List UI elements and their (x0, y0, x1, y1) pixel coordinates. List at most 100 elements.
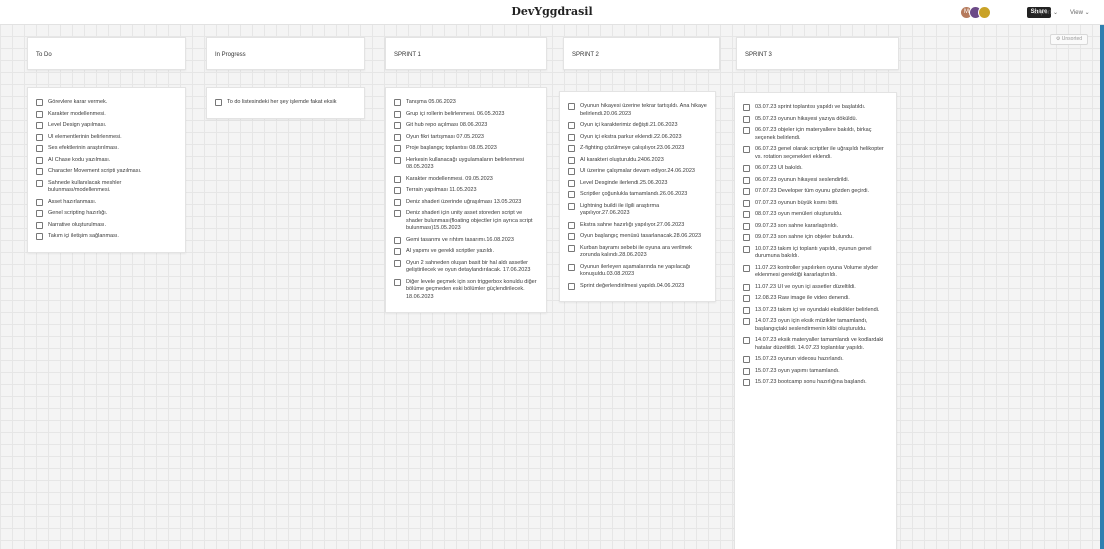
task-checkbox[interactable] (568, 156, 575, 164)
task-item[interactable]: Görevlere karar vermek. (36, 99, 179, 107)
task-checkbox[interactable] (743, 127, 750, 134)
task-checkbox[interactable] (568, 133, 575, 141)
task-item[interactable]: 05.07.23 oyunun hikayesi yazıya döküldü. (743, 115, 890, 124)
column-header-sprint1[interactable]: SPRINT 1 (385, 37, 547, 70)
task-item[interactable]: Oyunun hikayesi üzerine tekrar tartışıld… (568, 103, 709, 118)
task-checkbox[interactable] (568, 168, 575, 175)
task-checkbox[interactable] (568, 179, 575, 187)
task-item[interactable]: Oyun başlangıç menüsü tasarlanacak.28.06… (568, 233, 709, 241)
task-item[interactable]: UI elementlerinin belirlenmesi. (36, 133, 179, 142)
task-item[interactable]: 06.07.23 objeler için materyallere bakıl… (743, 127, 890, 142)
task-checkbox[interactable] (36, 156, 43, 164)
task-item[interactable]: Lightning buildi ile ilgili araştırma ya… (568, 202, 709, 218)
task-item[interactable]: 07.07.23 Developer tüm oyunu gözden geçi… (743, 188, 890, 196)
task-item[interactable]: 15.07.23 bootcamp sonu hazırlığına başla… (743, 379, 890, 387)
column-header-todo[interactable]: To Do (27, 37, 186, 70)
task-checkbox[interactable] (568, 202, 575, 210)
view-menu-button[interactable]: View ⌄ (1070, 9, 1090, 16)
task-checkbox[interactable] (568, 191, 575, 198)
task-item[interactable]: Oyun içi karakterimiz değişti.21.06.2023 (568, 122, 709, 130)
task-item[interactable]: Karakter modellenmesi. 09.05.2023 (394, 175, 540, 184)
task-checkbox[interactable] (743, 146, 750, 153)
task-item[interactable]: Level Desginde ilerlendi.25.06.2023 (568, 179, 709, 188)
task-item[interactable]: Sprint değerlendirilmesi yapıldı.04.06.2… (568, 282, 709, 291)
task-item[interactable]: AI Chase kodu yazılması. (36, 156, 179, 165)
task-item[interactable]: 06.07.23 oyunun hikayesi seslendirildi. (743, 176, 890, 185)
task-item[interactable]: 09.07.23 son sahne kararlaştırıldı. (743, 222, 890, 231)
task-checkbox[interactable] (568, 233, 575, 240)
task-item[interactable]: Z-fighting çözülmeye çalışılıyor.23.06.2… (568, 145, 709, 153)
task-item[interactable]: Character Movement scripti yazılması. (36, 168, 179, 176)
task-checkbox[interactable] (743, 234, 750, 241)
task-item[interactable]: 14.07.23 oyun için eksik müzikler tamaml… (743, 318, 890, 333)
task-checkbox[interactable] (568, 244, 575, 252)
task-item[interactable]: Oyun fikri tartışması 07.05.2023 (394, 133, 540, 142)
task-checkbox[interactable] (743, 295, 750, 302)
task-item[interactable]: Oyun içi ekstra parkur eklendi.22.06.202… (568, 133, 709, 142)
task-checkbox[interactable] (36, 145, 43, 152)
task-checkbox[interactable] (743, 356, 750, 363)
task-checkbox[interactable] (394, 278, 401, 286)
task-checkbox[interactable] (36, 122, 43, 129)
task-checkbox[interactable] (394, 210, 401, 217)
task-checkbox[interactable] (743, 245, 750, 253)
task-checkbox[interactable] (36, 110, 43, 118)
task-checkbox[interactable] (36, 99, 43, 106)
task-checkbox[interactable] (568, 122, 575, 129)
task-checkbox[interactable] (394, 122, 401, 129)
task-item[interactable]: Deniz shaderi üzerinde uğraşılması 13.05… (394, 198, 540, 207)
task-checkbox[interactable] (36, 179, 43, 187)
task-item[interactable]: To do listesindeki her şey işlemde fakat… (215, 99, 358, 107)
task-checkbox[interactable] (568, 282, 575, 290)
task-checkbox[interactable] (394, 99, 401, 106)
task-checkbox[interactable] (36, 210, 43, 217)
task-item[interactable]: Grup içi rollerin belirlenmesi. 06.05.20… (394, 110, 540, 119)
task-checkbox[interactable] (743, 104, 750, 111)
task-item[interactable]: Terrain yapılması 11.05.2023 (394, 187, 540, 195)
task-checkbox[interactable] (394, 133, 401, 141)
task-checkbox[interactable] (743, 337, 750, 344)
collaborator-avatars[interactable]: M (960, 6, 998, 19)
task-checkbox[interactable] (568, 263, 575, 271)
task-item[interactable]: 15.07.23 oyunun videosu hazırlandı. (743, 356, 890, 364)
task-checkbox[interactable] (36, 168, 43, 175)
task-item[interactable]: 08.07.23 oyun menüleri oluşturuldu. (743, 211, 890, 219)
task-checkbox[interactable] (568, 103, 575, 110)
task-checkbox[interactable] (743, 176, 750, 184)
task-item[interactable]: 11.07.23 kontroller yapılırken oyuna Vol… (743, 264, 890, 280)
task-item[interactable]: Oyun 2 sahneden oluşan basit bir hal ald… (394, 259, 540, 275)
task-item[interactable]: Sahnede kullanılacak meshler bulunması/m… (36, 179, 179, 195)
task-item[interactable]: Ekstra sahne hazırlığı yapılıyor.27.06.2… (568, 221, 709, 230)
task-checkbox[interactable] (568, 145, 575, 152)
task-item[interactable]: 12.08.23 Raw image ile video denendi. (743, 295, 890, 303)
task-item[interactable]: 15.07.23 oyun yapımı tamamlandı. (743, 367, 890, 376)
task-checkbox[interactable] (215, 99, 222, 106)
task-item[interactable]: Level Design yapılması. (36, 122, 179, 130)
task-checkbox[interactable] (394, 110, 401, 118)
task-checkbox[interactable] (36, 133, 43, 141)
task-item[interactable]: 06.07.23 genel olarak scriptler ile uğra… (743, 146, 890, 161)
task-item[interactable]: Oyunun ilerleyen aşamalarında ne yapılac… (568, 263, 709, 279)
task-item[interactable]: Asset hazırlanması. (36, 198, 179, 207)
task-checkbox[interactable] (743, 367, 750, 375)
avatar[interactable] (978, 6, 991, 19)
task-checkbox[interactable] (394, 236, 401, 244)
task-item[interactable]: Gemi tasarımı ve rıhtım tasarımı.16.08.2… (394, 236, 540, 245)
task-item[interactable]: Proje başlangıç toplantısı 08.05.2023 (394, 145, 540, 153)
task-item[interactable]: 07.07.23 oyunun büyük kısmı bitti. (743, 199, 890, 208)
task-item[interactable]: Kurban bayramı sebebi ile oyuna ara veri… (568, 244, 709, 260)
task-checkbox[interactable] (743, 115, 750, 123)
task-checkbox[interactable] (743, 283, 750, 291)
task-checkbox[interactable] (394, 248, 401, 255)
task-item[interactable]: Ses efektlerinin araştırılması. (36, 145, 179, 153)
task-checkbox[interactable] (36, 233, 43, 240)
unsorted-button[interactable]: ⚙ Unsorted (1050, 34, 1088, 45)
task-item[interactable]: 10.07.23 takım içi toplantı yapıldı, oyu… (743, 245, 890, 261)
task-checkbox[interactable] (743, 188, 750, 195)
task-checkbox[interactable] (743, 379, 750, 386)
task-checkbox[interactable] (394, 156, 401, 164)
task-checkbox[interactable] (743, 165, 750, 172)
task-checkbox[interactable] (394, 187, 401, 194)
task-item[interactable]: 09.07.23 son sahne için objeler bulundu. (743, 234, 890, 242)
task-checkbox[interactable] (36, 221, 43, 229)
